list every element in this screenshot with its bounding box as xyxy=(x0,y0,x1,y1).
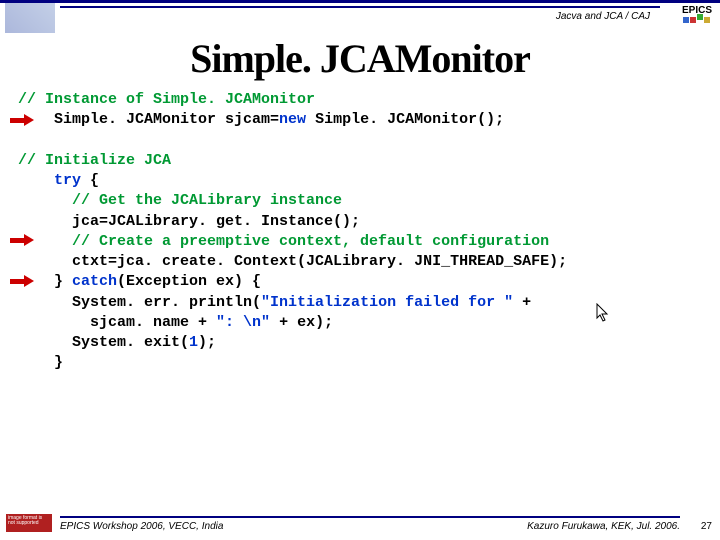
slide-title: Simple. JCAMonitor xyxy=(0,35,720,82)
code-text: // Instance of Simple. JCAMonitor Simple… xyxy=(18,90,702,374)
code-block: // Instance of Simple. JCAMonitor Simple… xyxy=(18,90,702,374)
arrow-icon xyxy=(10,236,36,244)
header-rule xyxy=(60,6,660,8)
page-number: 27 xyxy=(701,521,712,532)
footer-left: EPICS Workshop 2006, VECC, India xyxy=(60,521,223,532)
arrow-icon xyxy=(10,277,36,285)
breadcrumb: Jacva and JCA / CAJ xyxy=(556,11,650,22)
footer-rule xyxy=(60,516,680,518)
corner-logo xyxy=(5,3,55,33)
epics-logo-icon xyxy=(683,17,710,23)
cursor-icon xyxy=(596,303,610,323)
footer: image format is not supported EPICS Work… xyxy=(0,512,720,540)
footer-right: Kazuro Furukawa, KEK, Jul. 2006. xyxy=(527,521,680,532)
header-bar: Jacva and JCA / CAJ EPICS xyxy=(0,0,720,30)
error-badge: image format is not supported xyxy=(6,514,52,532)
arrow-icon xyxy=(10,116,36,124)
